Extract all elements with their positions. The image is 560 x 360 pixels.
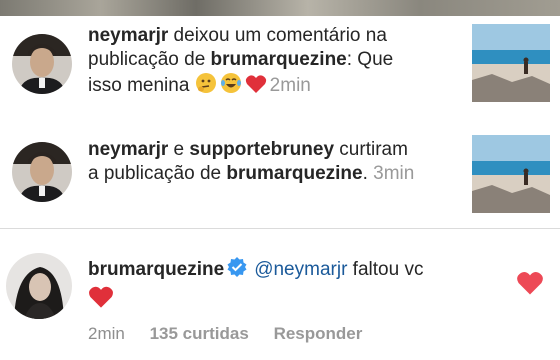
- red-heart-icon: [245, 74, 267, 101]
- timestamp: 2min: [88, 324, 125, 343]
- avatar[interactable]: [12, 142, 72, 202]
- activity-item-comment[interactable]: neymarjr deixou um comentário na publica…: [0, 22, 560, 114]
- mention-link[interactable]: @neymarjr: [254, 259, 347, 280]
- comment-row: brumarquezine @neymarjr faltou vc 2min 13…: [0, 240, 560, 360]
- post-thumbnail[interactable]: [472, 24, 550, 102]
- target-username[interactable]: brumarquezine: [226, 163, 362, 184]
- divider: [0, 228, 560, 229]
- timestamp: 3min: [373, 163, 415, 184]
- verified-badge-icon: [226, 256, 248, 285]
- tears-of-joy-icon: [220, 72, 242, 101]
- activity-item-like[interactable]: neymarjr e supportebruney curtiram a pub…: [0, 130, 560, 226]
- username[interactable]: neymarjr: [88, 139, 168, 160]
- reply-button[interactable]: Responder: [274, 324, 363, 343]
- post-thumbnail[interactable]: [472, 135, 550, 213]
- red-heart-icon: [88, 285, 114, 316]
- target-username[interactable]: brumarquezine: [211, 49, 347, 70]
- username[interactable]: supportebruney: [189, 139, 334, 160]
- username[interactable]: neymarjr: [88, 25, 168, 46]
- likes-count[interactable]: 135 curtidas: [150, 324, 249, 343]
- like-heart-icon[interactable]: [516, 270, 544, 296]
- comment-text: brumarquezine @neymarjr faltou vc: [88, 256, 448, 316]
- comment-meta: 2min 135 curtidas Responder: [88, 324, 382, 344]
- thinking-face-icon: [195, 72, 217, 101]
- timestamp: 2min: [269, 75, 311, 96]
- activity-text: neymarjr e supportebruney curtiram a pub…: [88, 139, 415, 184]
- top-image-strip: [0, 0, 560, 16]
- activity-text: neymarjr deixou um comentário na publica…: [88, 24, 418, 101]
- comment-username[interactable]: brumarquezine: [88, 259, 224, 280]
- avatar[interactable]: [12, 34, 72, 94]
- avatar[interactable]: [6, 253, 72, 319]
